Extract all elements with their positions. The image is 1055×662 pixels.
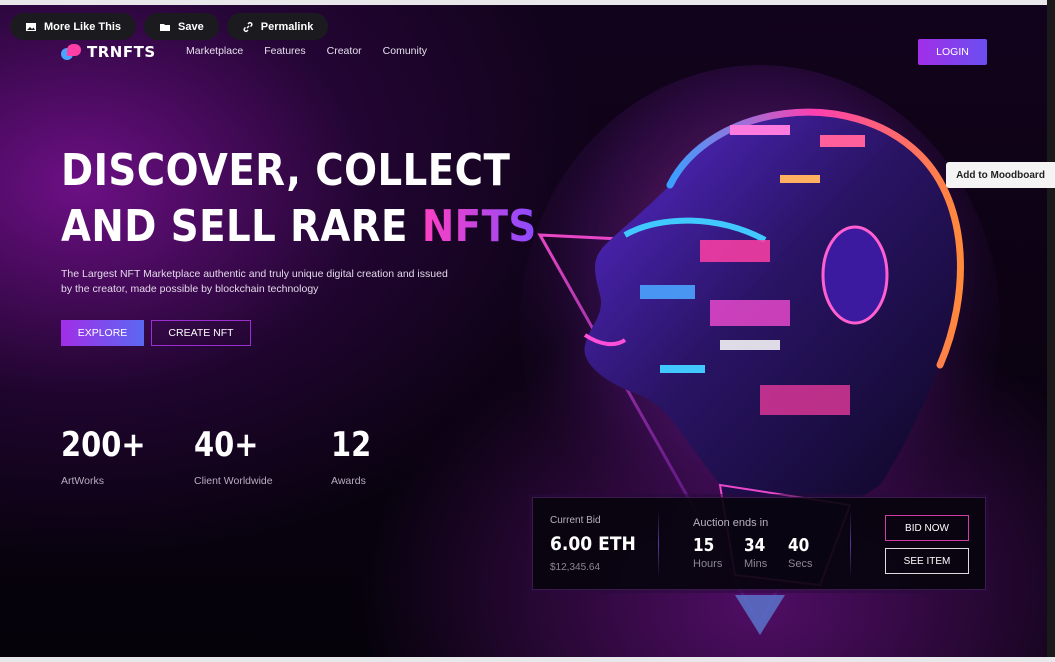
stat-awards: 12 Awards (331, 425, 378, 487)
stat-label: Client Worldwide (194, 475, 273, 487)
nav-item-creator[interactable]: Creator (327, 45, 362, 57)
login-button[interactable]: LOGIN (918, 39, 987, 65)
hero-subtext: The Largest NFT Marketplace authentic an… (61, 268, 448, 295)
brand-logo[interactable]: TRNFTS (61, 43, 156, 61)
current-bid-value: 6.00 ETH (550, 533, 636, 555)
browser-bottom-strip (0, 657, 1055, 662)
folder-icon (160, 23, 171, 31)
stat-label: Awards (331, 475, 366, 487)
overlay-action-bar: More Like This Save Permalink (10, 13, 329, 40)
current-bid-usd: $12,345.64 (550, 562, 601, 573)
timer-minutes: 34 Mins (744, 535, 769, 570)
stat-value: 40+ (194, 425, 259, 465)
stat-label: ArtWorks (61, 475, 104, 487)
create-nft-button[interactable]: CREATE NFT (151, 320, 251, 346)
headline-line-2-prefix: AND SELL RARE (61, 201, 422, 252)
stat-value: 200+ (61, 425, 146, 465)
link-icon (243, 21, 253, 32)
image-icon (26, 22, 36, 31)
explore-button[interactable]: EXPLORE (61, 320, 144, 346)
nav-item-community[interactable]: Comunity (383, 45, 427, 57)
permalink-label: Permalink (260, 20, 314, 33)
timer-value: 15 (693, 535, 715, 556)
see-item-button[interactable]: SEE ITEM (885, 548, 969, 574)
timer-unit: Mins (744, 558, 768, 570)
headline-line-1: DISCOVER, COLLECT (61, 145, 511, 196)
timer-seconds: 40 Secs (788, 535, 813, 570)
auction-ends-label: Auction ends in (693, 517, 769, 529)
logo-icon (61, 44, 81, 60)
bid-now-button[interactable]: BID NOW (885, 515, 969, 541)
browser-scroll-edge (1047, 0, 1055, 662)
save-button[interactable]: Save (144, 13, 219, 40)
hero-section: TRNFTS Marketplace Features Creator Comu… (0, 5, 1047, 657)
current-bid-label: Current Bid (550, 515, 601, 526)
timer-value: 34 (744, 535, 766, 556)
bid-divider (850, 510, 851, 578)
brand-name: TRNFTS (87, 43, 156, 61)
timer-hours: 15 Hours (693, 535, 722, 570)
hero-headline: DISCOVER, COLLECT AND SELL RARE NFTS (61, 143, 537, 255)
stat-clients: 40+ Client Worldwide (194, 425, 273, 487)
save-label: Save (178, 20, 204, 33)
stat-artworks: 200+ ArtWorks (61, 425, 160, 487)
add-to-moodboard-button[interactable]: Add to Moodboard (946, 162, 1055, 188)
timer-unit: Secs (788, 558, 813, 570)
timer-value: 40 (788, 535, 810, 556)
more-like-this-button[interactable]: More Like This (10, 13, 137, 40)
headline-line-2: AND SELL RARE NFTS (61, 199, 537, 255)
bid-divider (658, 510, 659, 578)
nav-item-marketplace[interactable]: Marketplace (186, 45, 243, 57)
permalink-button[interactable]: Permalink (226, 13, 329, 40)
current-bid-card: Current Bid 6.00 ETH $12,345.64 Auction … (532, 497, 986, 590)
main-nav: Marketplace Features Creator Comunity (186, 45, 427, 57)
nav-item-features[interactable]: Features (264, 45, 305, 57)
more-like-this-label: More Like This (44, 20, 122, 33)
stat-value: 12 (331, 425, 372, 465)
timer-unit: Hours (693, 558, 723, 570)
